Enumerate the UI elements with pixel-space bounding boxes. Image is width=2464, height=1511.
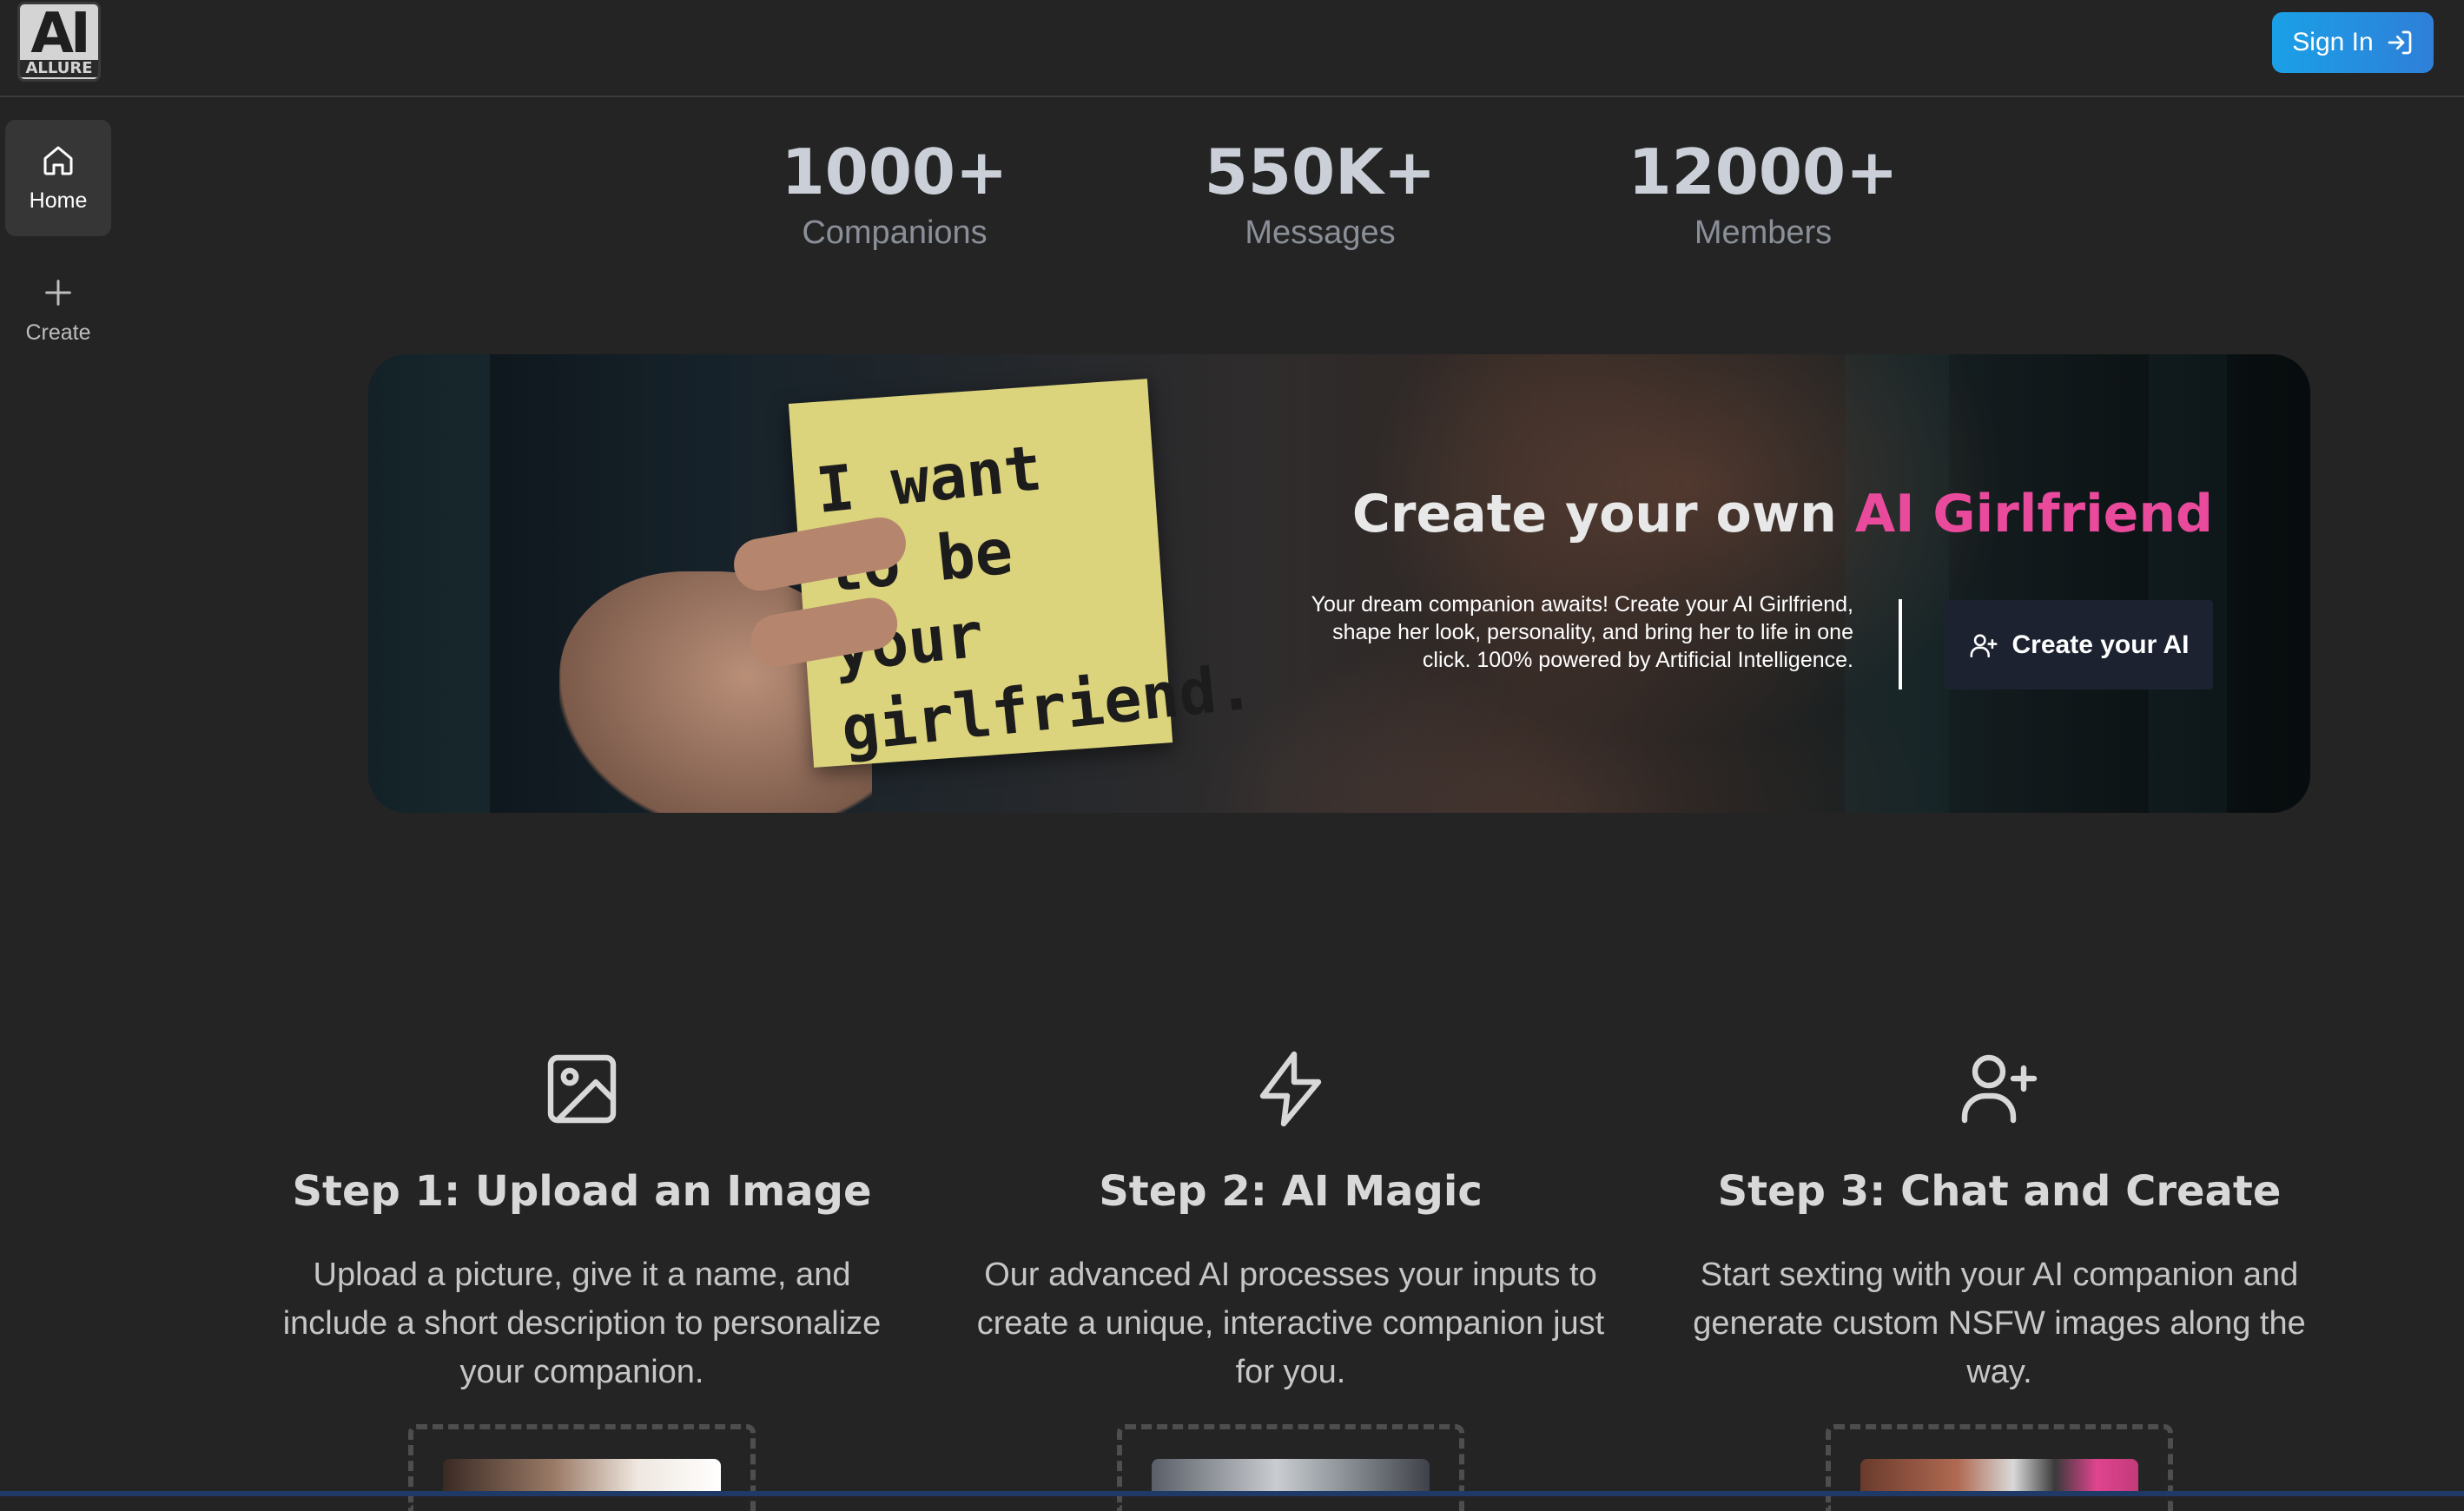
logo-mark: AI	[30, 2, 90, 66]
step-text: Start sexting with your AI companion and…	[1693, 1257, 2306, 1390]
create-your-ai-label: Create your AI	[2011, 630, 2190, 659]
sign-in-button[interactable]: Sign In	[2272, 12, 2434, 73]
bottom-edge-bar	[0, 1491, 2464, 1496]
stat-value: 550K+	[1204, 135, 1437, 208]
stat-label: Members	[1694, 214, 1833, 251]
user-plus-icon	[1961, 1054, 2038, 1124]
step-chat-create: Step 3: Chat and Create Start sexting wi…	[1678, 1047, 2321, 1396]
stat-label: Companions	[802, 214, 988, 251]
stat-members: 12000+ Members	[1615, 130, 1911, 252]
stat-value: 12000+	[1628, 135, 1899, 208]
banner-title-prefix: Create your own	[1351, 484, 1855, 544]
step-upload: Step 1: Upload an Image Upload a picture…	[261, 1047, 903, 1396]
step-ai-magic: Step 2: AI Magic Our advanced AI process…	[969, 1047, 1612, 1396]
sign-in-icon	[2388, 30, 2412, 55]
stat-messages: 550K+ Messages	[1181, 130, 1459, 252]
banner-curtain	[368, 354, 490, 813]
stat-value: 1000+	[781, 135, 1008, 208]
banner-shade	[1268, 354, 2310, 813]
logo-word: ALLURE	[20, 60, 98, 77]
banner-title: Create your own AI Girlfriend	[1352, 481, 2213, 547]
top-header: AI ALLURE Sign In	[0, 0, 2464, 97]
sign-in-label: Sign In	[2292, 28, 2374, 56]
banner-title-accent: AI Girlfriend	[1854, 484, 2213, 544]
step-text: Upload a picture, give it a name, and in…	[282, 1257, 882, 1390]
step-title: Step 2: AI Magic	[1099, 1167, 1483, 1216]
sidebar-item-create[interactable]: Create	[5, 252, 111, 368]
user-plus-icon	[1970, 633, 1997, 657]
banner-description: Your dream companion awaits! Create your…	[1311, 592, 1853, 672]
stat-label: Messages	[1245, 214, 1396, 251]
lightning-icon	[1259, 1051, 1322, 1127]
hero-banner: I want to be your girlfriend. Create you…	[368, 354, 2310, 813]
allure-logo[interactable]: AI ALLURE	[17, 2, 101, 82]
banner-divider	[1899, 599, 1902, 690]
step-text: Our advanced AI processes your inputs to…	[976, 1257, 1605, 1390]
sticky-note-text: I want to be your girlfriend.	[812, 431, 1258, 766]
stat-companions: 1000+ Companions	[747, 130, 1042, 252]
step-title: Step 3: Chat and Create	[1717, 1167, 2282, 1216]
create-your-ai-button[interactable]: Create your AI	[1945, 600, 2213, 690]
sidebar-item-label: Create	[25, 320, 91, 345]
image-icon	[547, 1054, 617, 1124]
home-icon	[43, 146, 73, 175]
sidebar-item-home[interactable]: Home	[5, 120, 111, 236]
sidebar-item-label: Home	[29, 188, 88, 213]
plus-icon	[45, 279, 71, 306]
step-title: Step 1: Upload an Image	[292, 1167, 872, 1216]
